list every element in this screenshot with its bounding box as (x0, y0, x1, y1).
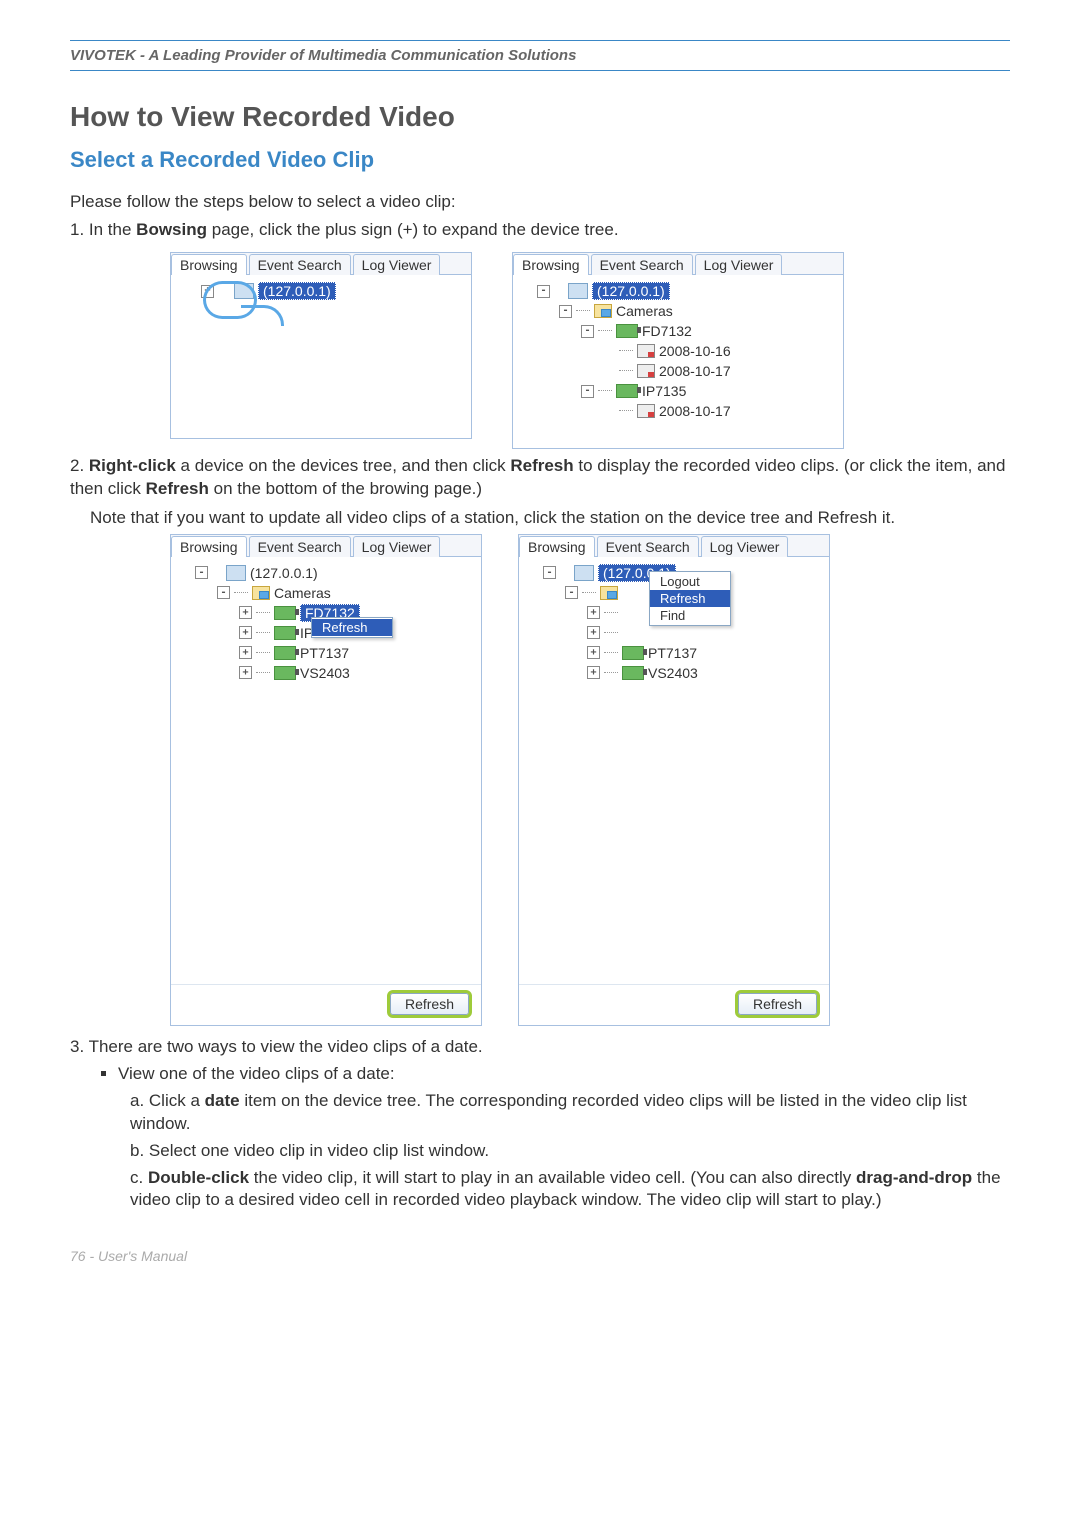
camera-icon (622, 646, 644, 660)
date-icon (637, 364, 655, 378)
station-ip[interactable]: (127.0.0.1) (250, 565, 318, 581)
server-icon (574, 565, 594, 581)
camera-icon (616, 324, 638, 338)
collapse-icon[interactable]: - (543, 566, 556, 579)
camera-icon (622, 666, 644, 680)
camera-node-vs2403[interactable]: VS2403 (300, 665, 350, 681)
cameras-folder[interactable]: Cameras (616, 303, 673, 319)
date-node[interactable]: 2008-10-17 (659, 403, 731, 419)
refresh-button[interactable]: Refresh (738, 993, 817, 1015)
intro-text: Please follow the steps below to select … (70, 191, 1010, 213)
expand-icon[interactable]: + (587, 626, 600, 639)
step-1: 1. In the Bowsing page, click the plus s… (70, 219, 1010, 242)
bullet-view-one: View one of the video clips of a date: (118, 1063, 1010, 1086)
step-3: 3. There are two ways to view the video … (70, 1036, 1010, 1059)
camera-node-fd7132[interactable]: FD7132 (642, 323, 692, 339)
step-2: 2. Right-click a device on the devices t… (70, 455, 1010, 501)
collapse-icon[interactable]: - (537, 285, 550, 298)
expand-icon[interactable]: + (239, 666, 252, 679)
sub-c: c. Double-click the video clip, it will … (130, 1167, 1010, 1213)
expand-icon[interactable]: + (587, 666, 600, 679)
expand-icon[interactable]: + (239, 626, 252, 639)
collapse-icon[interactable]: - (581, 325, 594, 338)
date-node[interactable]: 2008-10-17 (659, 363, 731, 379)
menu-refresh[interactable]: Refresh (650, 590, 730, 607)
menu-logout[interactable]: Logout (650, 573, 730, 590)
page-title: How to View Recorded Video (70, 101, 1010, 133)
camera-icon (274, 626, 296, 640)
tab-browsing[interactable]: Browsing (171, 254, 247, 275)
camera-node-vs2403[interactable]: VS2403 (648, 665, 698, 681)
tab-browsing[interactable]: Browsing (513, 254, 589, 275)
refresh-button[interactable]: Refresh (390, 993, 469, 1015)
collapse-icon[interactable]: - (581, 385, 594, 398)
station-ip[interactable]: (127.0.0.1) (258, 282, 336, 300)
folder-icon (594, 304, 612, 318)
collapse-icon[interactable]: - (195, 566, 208, 579)
expand-icon[interactable]: + (587, 606, 600, 619)
server-icon (234, 283, 254, 299)
date-icon (637, 344, 655, 358)
collapse-icon[interactable]: - (217, 586, 230, 599)
note-text: Note that if you want to update all vide… (70, 507, 1010, 530)
context-menu: Refresh (311, 617, 393, 638)
section-title: Select a Recorded Video Clip (70, 147, 1010, 173)
camera-icon (274, 606, 296, 620)
document-header: VIVOTEK - A Leading Provider of Multimed… (70, 47, 1010, 64)
server-icon (226, 565, 246, 581)
camera-node-ip7135[interactable]: IP7135 (642, 383, 686, 399)
collapse-icon[interactable]: - (559, 305, 572, 318)
date-node[interactable]: 2008-10-16 (659, 343, 731, 359)
tab-log-viewer[interactable]: Log Viewer (353, 254, 441, 275)
camera-icon (274, 646, 296, 660)
expand-icon[interactable]: + (239, 606, 252, 619)
expand-icon[interactable]: + (239, 646, 252, 659)
date-icon (637, 404, 655, 418)
expand-icon[interactable]: + (587, 646, 600, 659)
sub-b: b. Select one video clip in video clip l… (130, 1140, 1010, 1163)
tab-log-viewer[interactable]: Log Viewer (353, 536, 441, 557)
sub-a: a. Click a date item on the device tree.… (130, 1090, 1010, 1136)
camera-icon (616, 384, 638, 398)
collapse-icon[interactable]: - (565, 586, 578, 599)
menu-find[interactable]: Find (650, 607, 730, 624)
folder-icon (252, 586, 270, 600)
camera-icon (274, 666, 296, 680)
expand-icon[interactable]: + (201, 285, 214, 298)
station-ip[interactable]: (127.0.0.1) (592, 282, 670, 300)
tab-event-search[interactable]: Event Search (597, 536, 699, 557)
server-icon (568, 283, 588, 299)
tab-log-viewer[interactable]: Log Viewer (695, 254, 783, 275)
tree-panel-expanded: Browsing Event Search Log Viewer - (127.… (512, 252, 844, 449)
tab-browsing[interactable]: Browsing (519, 536, 595, 557)
tree-panel-refresh-device: Browsing Event Search Log Viewer - (127.… (170, 534, 482, 1026)
tab-event-search[interactable]: Event Search (591, 254, 693, 275)
context-menu: Logout Refresh Find (649, 571, 731, 626)
tab-event-search[interactable]: Event Search (249, 536, 351, 557)
cameras-folder[interactable]: Cameras (274, 585, 331, 601)
camera-node-pt7137[interactable]: PT7137 (648, 645, 697, 661)
page-footer: 76 - User's Manual (70, 1248, 1010, 1264)
tree-panel-collapsed: Browsing Event Search Log Viewer + (127.… (170, 252, 472, 439)
camera-node-pt7137[interactable]: PT7137 (300, 645, 349, 661)
tree-panel-refresh-station: Browsing Event Search Log Viewer - (127.… (518, 534, 830, 1026)
tab-browsing[interactable]: Browsing (171, 536, 247, 557)
menu-refresh[interactable]: Refresh (312, 619, 392, 636)
tab-log-viewer[interactable]: Log Viewer (701, 536, 789, 557)
folder-icon (600, 586, 618, 600)
tab-event-search[interactable]: Event Search (249, 254, 351, 275)
